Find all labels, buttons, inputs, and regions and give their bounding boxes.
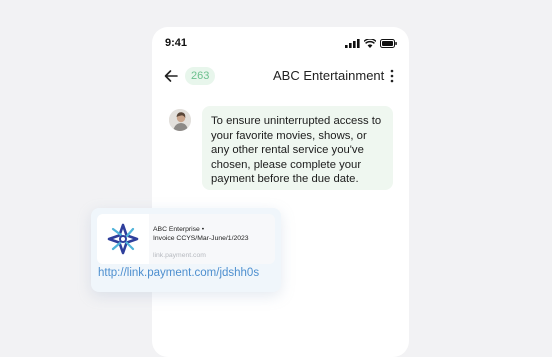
signal-icon (345, 38, 360, 48)
battery-icon (380, 38, 397, 48)
link-domain: link.payment.com (153, 252, 206, 259)
link-preview-header: ABC Enterprise • Invoice CCYS/Mar-June/1… (97, 214, 275, 264)
avatar-image (169, 109, 191, 131)
status-time: 9:41 (165, 37, 188, 49)
status-icons (345, 38, 397, 48)
payment-link[interactable]: http://link.payment.com/jdshh0s (98, 267, 259, 279)
arrow-left-icon[interactable] (163, 68, 179, 84)
company-logo (97, 214, 149, 264)
unread-count-badge: 263 (185, 67, 216, 85)
message-bubble: To ensure uninterrupted access to your f… (202, 106, 393, 190)
link-preview-info: ABC Enterprise • Invoice CCYS/Mar-June/1… (153, 225, 249, 243)
company-name: ABC Enterprise • (153, 226, 205, 233)
chat-header: 263 ABC Entertainment (152, 65, 409, 87)
chat-title: ABC Entertainment (273, 68, 385, 83)
avatar[interactable] (169, 109, 191, 131)
wifi-icon (364, 38, 376, 48)
more-vertical-icon[interactable] (388, 68, 396, 84)
invoice-number: Invoice CCYS/Mar-June/1/2023 (153, 235, 249, 242)
link-preview-card[interactable]: ABC Enterprise • Invoice CCYS/Mar-June/1… (91, 208, 281, 292)
star-logo-icon (107, 223, 139, 255)
phone-screen: 9:41 263 ABC Entertainment To ensure uni… (152, 27, 409, 357)
